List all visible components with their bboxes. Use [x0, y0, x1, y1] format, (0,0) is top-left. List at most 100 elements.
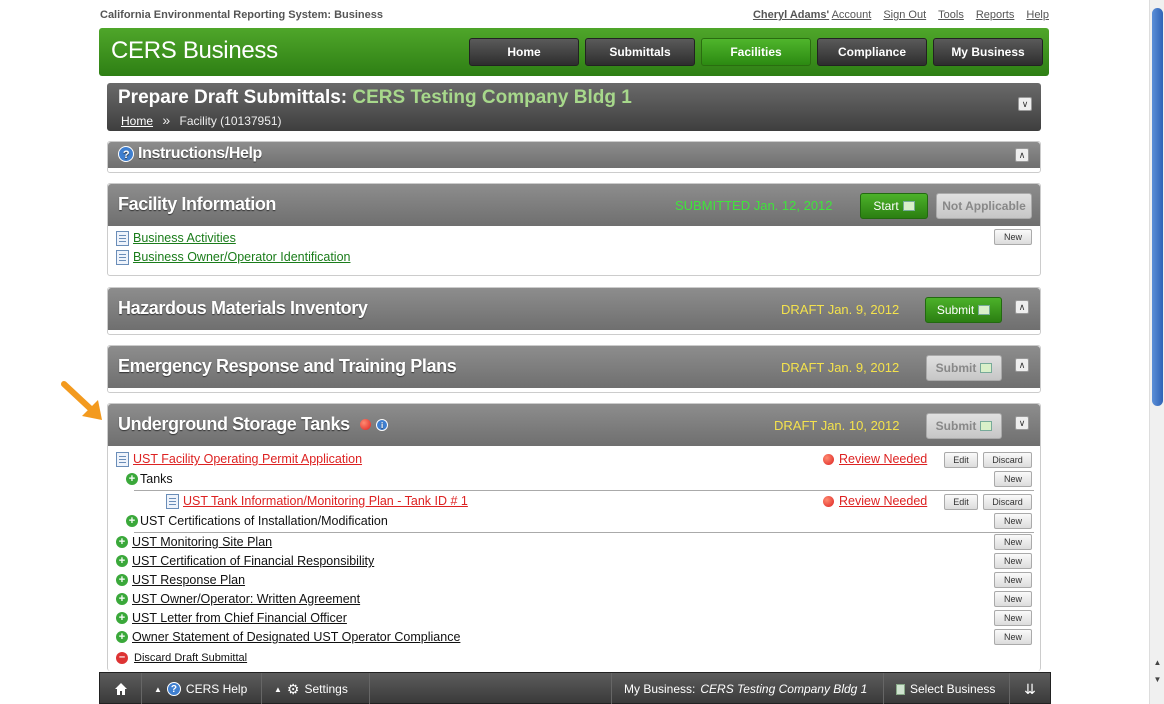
written-agreement-new-button[interactable]: New [994, 591, 1032, 607]
cfo-letter-link[interactable]: UST Letter from Chief Financial Officer [132, 611, 347, 625]
hmi-status: DRAFT Jan. 9, 2012 [781, 302, 900, 317]
list-item: + UST Response Plan [116, 571, 245, 589]
scroll-down-arrow-icon[interactable]: ▼ [1152, 675, 1163, 687]
top-links: Cheryl Adams' Account Sign Out Tools Rep… [753, 9, 1049, 21]
collapse-all-icon[interactable]: ∨ [1018, 97, 1032, 111]
financial-responsibility-new-button[interactable]: New [994, 553, 1032, 569]
tanks-label: Tanks [140, 472, 173, 486]
written-agreement-link[interactable]: UST Owner/Operator: Written Agreement [132, 592, 360, 606]
hmi-submit-button[interactable]: Submit [925, 297, 1002, 323]
cfo-letter-new-button[interactable]: New [994, 610, 1032, 626]
account-name[interactable]: Cheryl Adams' [753, 9, 829, 21]
flag-icon [978, 305, 991, 315]
scroll-up-arrow-icon[interactable]: ▲ [1152, 658, 1163, 670]
monitoring-site-plan-link[interactable]: UST Monitoring Site Plan [132, 535, 272, 549]
response-plan-new-button[interactable]: New [994, 572, 1032, 588]
remove-icon[interactable]: – [116, 652, 128, 664]
home-icon[interactable] [100, 673, 142, 704]
discard-draft-link[interactable]: Discard Draft Submittal [134, 652, 247, 664]
error-icon [360, 419, 372, 430]
list-item: Business Owner/Operator Identification [116, 248, 350, 266]
caret-up-icon: ▲ [274, 684, 282, 694]
ert-submit-label: Submit [935, 361, 977, 375]
settings-label: Settings [304, 682, 348, 696]
expand-icon[interactable]: ∧ [1015, 358, 1029, 372]
page: California Environmental Reporting Syste… [0, 0, 1164, 704]
add-icon[interactable]: + [116, 555, 128, 567]
brand-logo[interactable]: CERS Business [111, 37, 278, 65]
permit-discard-button[interactable]: Discard [983, 452, 1032, 468]
tank-info-link[interactable]: UST Tank Information/Monitoring Plan - T… [183, 494, 468, 508]
permit-edit-button[interactable]: Edit [944, 452, 978, 468]
nav-facilities[interactable]: Facilities [701, 38, 811, 66]
select-business-label: Select Business [910, 682, 996, 696]
ert-submit-button[interactable]: Submit [926, 355, 1002, 381]
tank-edit-button[interactable]: Edit [944, 494, 978, 510]
add-icon[interactable]: + [116, 612, 128, 624]
scrollbar-thumb[interactable] [1152, 8, 1163, 406]
gear-icon: ⚙ [286, 680, 300, 697]
review-needed-link[interactable]: Review Needed [839, 452, 927, 466]
review-needed-status: Review Needed [823, 492, 927, 510]
review-needed-link[interactable]: Review Needed [839, 494, 927, 508]
certifications-new-button[interactable]: New [994, 513, 1032, 529]
ert-header: Emergency Response and Training Plans DR… [108, 346, 1040, 388]
add-icon[interactable]: + [116, 536, 128, 548]
reports-link[interactable]: Reports [976, 9, 1015, 21]
facility-info-header: Facility Information SUBMITTED Jan. 12, … [108, 184, 1040, 226]
cers-help-label: CERS Help [185, 682, 248, 696]
facility-info-status: SUBMITTED Jan. 12, 2012 [675, 198, 833, 213]
select-business-button[interactable]: Select Business [883, 673, 1009, 704]
sign-out-link[interactable]: Sign Out [883, 9, 926, 21]
monitoring-site-plan-new-button[interactable]: New [994, 534, 1032, 550]
flag-icon [980, 421, 993, 431]
bottom-toolbar: ▲ ? CERS Help ▲ ⚙ Settings My Business: … [99, 672, 1051, 704]
main-header: CERS Business Home Submittals Facilities… [99, 28, 1049, 76]
add-icon[interactable]: + [116, 574, 128, 586]
info-icon[interactable]: i [375, 419, 388, 432]
operator-compliance-new-button[interactable]: New [994, 629, 1032, 645]
cers-help-button[interactable]: ▲ ? CERS Help [142, 673, 262, 704]
facility-new-button[interactable]: New [994, 229, 1032, 245]
tanks-new-button[interactable]: New [994, 471, 1032, 487]
nav-submittals[interactable]: Submittals [585, 38, 695, 66]
building-icon [896, 683, 905, 695]
add-icon[interactable]: + [116, 593, 128, 605]
ust-header: Underground Storage Tanks i DRAFT Jan. 1… [108, 404, 1040, 446]
discard-draft-row: – Discard Draft Submittal [116, 649, 247, 667]
response-plan-link[interactable]: UST Response Plan [132, 573, 245, 587]
nav-compliance[interactable]: Compliance [817, 38, 927, 66]
operator-compliance-link[interactable]: Owner Statement of Designated UST Operat… [132, 630, 460, 644]
expand-icon[interactable]: ∧ [1015, 300, 1029, 314]
start-button[interactable]: Start [860, 193, 928, 219]
not-applicable-button[interactable]: Not Applicable [936, 193, 1032, 219]
list-item: + UST Letter from Chief Financial Office… [116, 609, 347, 627]
instructions-header[interactable]: ? Instructions/Help ∧ [108, 142, 1040, 168]
help-link[interactable]: Help [1026, 9, 1049, 21]
nav-my-business[interactable]: My Business [933, 38, 1043, 66]
add-icon[interactable]: + [126, 515, 138, 527]
account-link[interactable]: Cheryl Adams' Account [753, 9, 871, 21]
business-owner-link[interactable]: Business Owner/Operator Identification [133, 250, 350, 264]
expand-icon[interactable]: ∧ [1015, 148, 1029, 162]
vertical-scrollbar[interactable]: ▲ ▼ [1149, 0, 1164, 704]
ust-status: DRAFT Jan. 10, 2012 [774, 418, 900, 433]
page-title-prefix: Prepare Draft Submittals: [118, 87, 348, 108]
ust-submit-button[interactable]: Submit [926, 413, 1002, 439]
settings-button[interactable]: ▲ ⚙ Settings [262, 673, 370, 704]
nav-home[interactable]: Home [469, 38, 579, 66]
collapse-toolbar-icon[interactable]: ⇊ [1009, 673, 1050, 704]
add-icon[interactable]: + [116, 631, 128, 643]
permit-application-link[interactable]: UST Facility Operating Permit Applicatio… [133, 452, 362, 466]
breadcrumb-home[interactable]: Home [121, 114, 153, 128]
collapse-icon[interactable]: ∨ [1015, 416, 1029, 430]
account-label[interactable]: Account [832, 9, 872, 21]
tools-link[interactable]: Tools [938, 9, 964, 21]
financial-responsibility-link[interactable]: UST Certification of Financial Responsib… [132, 554, 374, 568]
breadcrumb: Home » Facility (10137951) [121, 112, 282, 128]
add-icon[interactable]: + [126, 473, 138, 485]
ert-title: Emergency Response and Training Plans [118, 356, 457, 376]
list-item: Business Activities [116, 229, 236, 247]
tank-discard-button[interactable]: Discard [983, 494, 1032, 510]
business-activities-link[interactable]: Business Activities [133, 231, 236, 245]
